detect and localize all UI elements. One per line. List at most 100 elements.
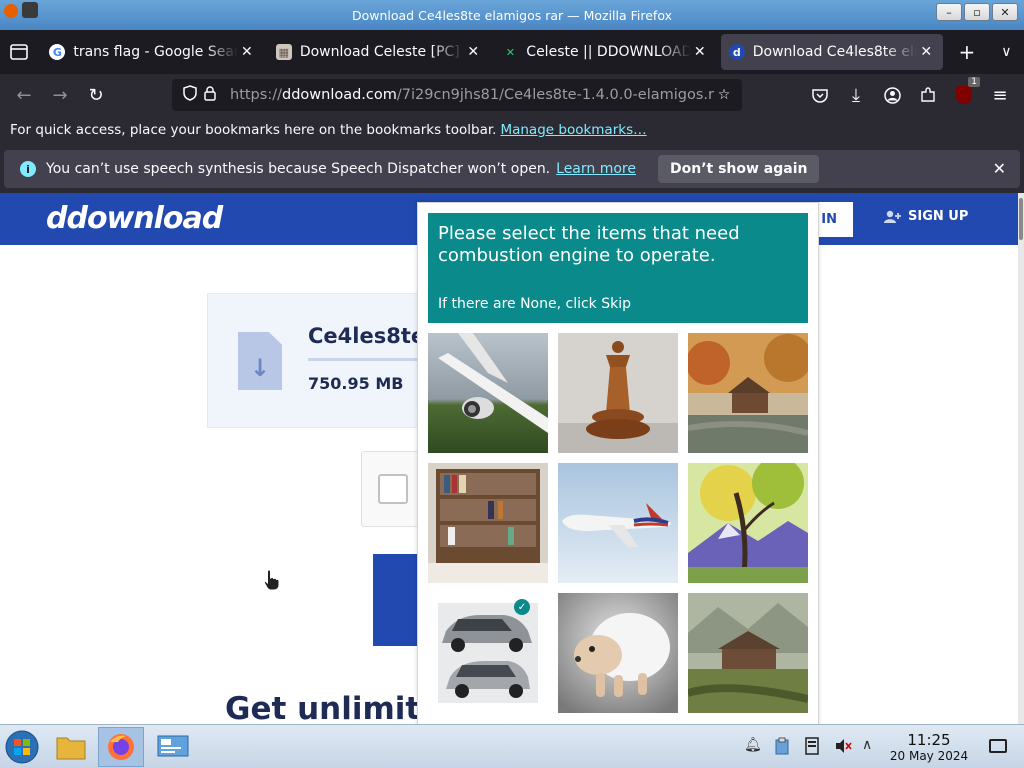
firefox-icon: [108, 734, 134, 760]
url-text: https://ddownload.com/7i29cn9jhs81/Ce4le…: [230, 87, 714, 103]
airliner-image: [558, 463, 678, 583]
minimize-button[interactable]: –: [936, 3, 962, 21]
site-logo[interactable]: ddownload: [46, 201, 223, 236]
cabin-valley-image: [688, 593, 808, 713]
tray-expand-chevron-icon[interactable]: ∧: [862, 737, 872, 753]
captcha-checkbox[interactable]: [378, 474, 408, 504]
cars-image: [428, 593, 548, 713]
close-window-button[interactable]: ✕: [992, 3, 1018, 21]
volume-muted-icon[interactable]: [834, 737, 852, 759]
challenge-prompt: Please select the items that need combus…: [428, 213, 808, 323]
tab-celeste-ddownload[interactable]: ✕ Celeste || DDOWNLOAD ✕: [494, 34, 716, 70]
downloads-icon[interactable]: ⤓: [840, 79, 872, 111]
manage-bookmarks-link[interactable]: Manage bookmarks…: [500, 122, 646, 138]
add-user-icon: [884, 210, 901, 223]
file-size: 750.95 MB: [308, 374, 404, 393]
account-icon[interactable]: [876, 79, 908, 111]
clock-date[interactable]: 20 May 2024: [884, 749, 974, 763]
learn-more-link[interactable]: Learn more: [556, 161, 636, 177]
forward-arrow-icon[interactable]: →: [42, 79, 78, 111]
site-favicon-icon: ▦: [275, 44, 292, 60]
challenge-prompt-text: Please select the items that need combus…: [438, 223, 740, 266]
list-all-tabs-chevron-icon[interactable]: ∨: [989, 34, 1024, 70]
tab-label: Download Ce4les8te elamigos: [752, 44, 917, 60]
file-download-icon: ↓: [238, 332, 282, 390]
taskbar-firefox[interactable]: [98, 727, 144, 767]
clipboard-icon[interactable]: [775, 737, 789, 759]
bookmarks-toolbar: For quick access, place your bookmarks h…: [0, 116, 1024, 144]
notifications-bell-icon[interactable]: 🔔︎: [744, 737, 762, 753]
info-icon: i: [20, 161, 36, 177]
ddownload-favicon-icon: d: [728, 44, 745, 60]
hedgehog-image: [558, 593, 678, 713]
url-bar[interactable]: https://ddownload.com/7i29cn9jhs81/Ce4le…: [172, 79, 742, 111]
google-favicon-icon: G: [49, 44, 66, 60]
extensions-puzzle-icon[interactable]: [912, 79, 944, 111]
challenge-cell-hedgehog[interactable]: [558, 593, 678, 713]
challenge-cell-painted-tree[interactable]: [688, 463, 808, 583]
chess-queen-image: [558, 333, 678, 453]
hand-cursor-icon: [263, 569, 280, 591]
challenge-skip-hint: If there are None, click Skip: [438, 296, 632, 312]
sign-up-label: SIGN UP: [908, 209, 969, 224]
sign-up-button[interactable]: SIGN UP: [884, 209, 968, 224]
notification-bar: i You can’t use speech synthesis because…: [0, 144, 1024, 193]
window-titlebar: Download Ce4les8te elamigos rar — Mozill…: [0, 0, 1024, 30]
challenge-cell-cabin-valley[interactable]: [688, 593, 808, 713]
close-tab-icon[interactable]: ✕: [917, 44, 935, 60]
notification-text: You can’t use speech synthesis because S…: [46, 161, 551, 177]
lock-icon[interactable]: [200, 85, 220, 105]
menu-hamburger-icon[interactable]: ≡: [984, 79, 1016, 111]
firefox-icon: [4, 4, 18, 18]
back-arrow-icon[interactable]: ←: [6, 79, 42, 111]
navigation-toolbar: ← → ↻ https://ddownload.com/7i29cn9jhs81…: [0, 74, 1024, 116]
close-icon[interactable]: ✕: [993, 159, 1006, 178]
page-scrollbar[interactable]: [1018, 193, 1024, 724]
reload-icon[interactable]: ↻: [78, 79, 114, 111]
tracking-shield-icon[interactable]: [180, 85, 200, 105]
taskbar-control-panel[interactable]: [150, 727, 196, 767]
challenge-cell-two-cars[interactable]: ✓: [428, 593, 548, 713]
challenge-cell-airplane-engine[interactable]: [428, 333, 548, 453]
bookmarks-hint-text: For quick access, place your bookmarks h…: [10, 122, 497, 138]
challenge-cell-cabin-autumn[interactable]: [688, 333, 808, 453]
challenge-cell-airliner[interactable]: [558, 463, 678, 583]
titlebar-desktop-icons: [4, 2, 38, 18]
challenge-cell-chess-queen[interactable]: [558, 333, 678, 453]
start-button-windows-icon[interactable]: [4, 729, 40, 765]
removable-device-icon[interactable]: [805, 737, 819, 759]
tab-download-ce4les8te[interactable]: d Download Ce4les8te elamigos ✕: [720, 34, 944, 70]
window-controls: – ▫ ✕: [936, 3, 1018, 21]
site-favicon-icon: ✕: [505, 45, 515, 59]
clock-time[interactable]: 11:25: [894, 731, 964, 749]
maximize-button[interactable]: ▫: [964, 3, 990, 21]
close-tab-icon[interactable]: ✕: [238, 44, 256, 60]
folder-icon: [56, 737, 86, 760]
pocket-icon[interactable]: [804, 79, 836, 111]
ublock-origin-icon[interactable]: 1: [948, 77, 980, 111]
firefox-view-button[interactable]: [0, 30, 37, 74]
window-title: Download Ce4les8te elamigos rar — Mozill…: [351, 7, 672, 23]
tab-google-search[interactable]: G trans flag - Google Search ✕: [41, 34, 263, 70]
airplane-image: [428, 333, 548, 453]
tab-download-celeste[interactable]: ▦ Download Celeste [PC] [M ✕: [268, 34, 490, 70]
dont-show-again-button[interactable]: Don’t show again: [657, 155, 820, 183]
bookshelf-image: [428, 463, 548, 583]
scrollbar-thumb[interactable]: [1019, 198, 1023, 240]
show-desktop-icon[interactable]: [989, 739, 1007, 753]
close-tab-icon[interactable]: ✕: [464, 44, 482, 60]
control-panel-icon: [157, 735, 189, 757]
firefox-view-icon: [9, 44, 28, 60]
tab-strip: G trans flag - Google Search ✕ ▦ Downloa…: [0, 30, 1024, 74]
notification-inner: i You can’t use speech synthesis because…: [4, 150, 1020, 188]
close-tab-icon[interactable]: ✕: [691, 44, 709, 60]
taskbar-file-manager[interactable]: [48, 727, 94, 767]
tab-label: trans flag - Google Search: [73, 44, 238, 60]
taskbar: 🔔︎ ∧ 11:25 20 May 2024: [0, 724, 1024, 768]
new-tab-button[interactable]: +: [949, 34, 984, 70]
painted-tree-image: [688, 463, 808, 583]
challenge-cell-bookshelf[interactable]: [428, 463, 548, 583]
selected-check-icon: ✓: [514, 599, 530, 615]
image-challenge-popup: Please select the items that need combus…: [417, 202, 819, 724]
bookmark-star-icon[interactable]: ☆: [714, 87, 734, 103]
